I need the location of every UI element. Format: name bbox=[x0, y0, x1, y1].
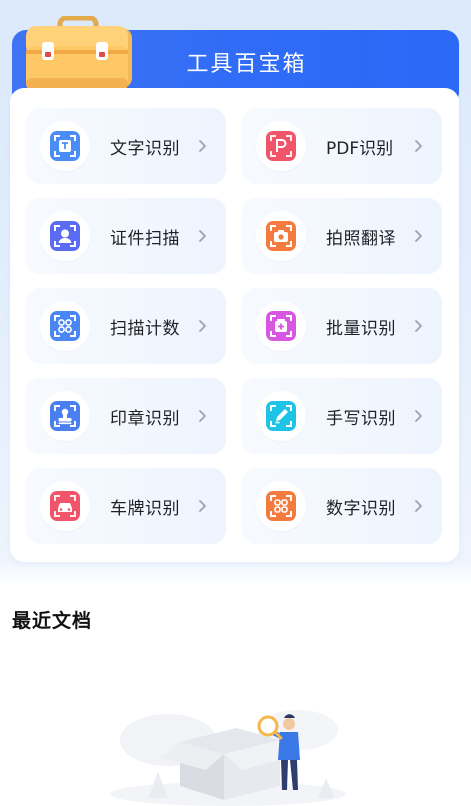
chevron-right-icon bbox=[199, 410, 206, 422]
handwriting-recognition-icon bbox=[266, 401, 296, 431]
chevron-right-icon bbox=[199, 230, 206, 242]
scan-count-icon bbox=[50, 311, 80, 341]
chevron-right-icon bbox=[415, 230, 422, 242]
tool-icon-wrap bbox=[40, 121, 90, 171]
tool-icon-wrap bbox=[40, 481, 90, 531]
license-plate-icon bbox=[50, 491, 80, 521]
tool-label: 扫描计数 bbox=[110, 318, 180, 339]
empty-state-illustration bbox=[110, 710, 346, 806]
id-scan-icon bbox=[50, 221, 80, 251]
tool-scan-count[interactable]: 扫描计数 bbox=[26, 288, 226, 364]
batch-recognition-icon bbox=[266, 311, 296, 341]
tool-pdf-recognition[interactable]: PDF识别 bbox=[242, 108, 442, 184]
tool-icon-wrap bbox=[256, 121, 306, 171]
tool-label: 文字识别 bbox=[110, 138, 180, 159]
chevron-right-icon bbox=[199, 320, 206, 332]
text-recognition-icon bbox=[50, 131, 80, 161]
chevron-right-icon bbox=[199, 500, 206, 512]
chevron-right-icon bbox=[415, 140, 422, 152]
tool-label: 手写识别 bbox=[326, 408, 396, 429]
tool-label: PDF识别 bbox=[326, 138, 394, 159]
chevron-right-icon bbox=[415, 410, 422, 422]
tool-icon-wrap bbox=[256, 481, 306, 531]
photo-translate-icon bbox=[266, 221, 296, 251]
tool-icon-wrap bbox=[40, 391, 90, 441]
tool-handwriting-recognition[interactable]: 手写识别 bbox=[242, 378, 442, 454]
chevron-right-icon bbox=[415, 500, 422, 512]
tool-label: 批量识别 bbox=[326, 318, 396, 339]
tool-batch-recognition[interactable]: 批量识别 bbox=[242, 288, 442, 364]
tools-page: 工具百宝箱 文字识别 PDF识别 证件扫描 拍照翻译 扫描计数 批量识别 印章识… bbox=[0, 0, 471, 806]
chevron-right-icon bbox=[199, 140, 206, 152]
tool-license-plate[interactable]: 车牌识别 bbox=[26, 468, 226, 544]
tool-label: 车牌识别 bbox=[110, 498, 180, 519]
seal-recognition-icon bbox=[50, 401, 80, 431]
tools-grid: 文字识别 PDF识别 证件扫描 拍照翻译 扫描计数 批量识别 印章识别 手写识别… bbox=[26, 108, 442, 544]
pdf-recognition-icon bbox=[266, 131, 296, 161]
tool-text-recognition[interactable]: 文字识别 bbox=[26, 108, 226, 184]
tool-label: 证件扫描 bbox=[110, 228, 180, 249]
tool-id-scan[interactable]: 证件扫描 bbox=[26, 198, 226, 274]
tool-photo-translate[interactable]: 拍照翻译 bbox=[242, 198, 442, 274]
chevron-right-icon bbox=[415, 320, 422, 332]
tool-number-recognition[interactable]: 数字识别 bbox=[242, 468, 442, 544]
toolbox-illustration bbox=[26, 16, 132, 90]
tool-icon-wrap bbox=[40, 211, 90, 261]
tool-label: 印章识别 bbox=[110, 408, 180, 429]
tool-icon-wrap bbox=[256, 211, 306, 261]
tool-icon-wrap bbox=[40, 301, 90, 351]
tool-icon-wrap bbox=[256, 301, 306, 351]
recent-documents-title: 最近文档 bbox=[12, 610, 93, 632]
tools-card: 文字识别 PDF识别 证件扫描 拍照翻译 扫描计数 批量识别 印章识别 手写识别… bbox=[10, 88, 459, 562]
tool-seal-recognition[interactable]: 印章识别 bbox=[26, 378, 226, 454]
tool-icon-wrap bbox=[256, 391, 306, 441]
tool-label: 数字识别 bbox=[326, 498, 396, 519]
number-recognition-icon bbox=[266, 491, 296, 521]
tool-label: 拍照翻译 bbox=[326, 228, 396, 249]
